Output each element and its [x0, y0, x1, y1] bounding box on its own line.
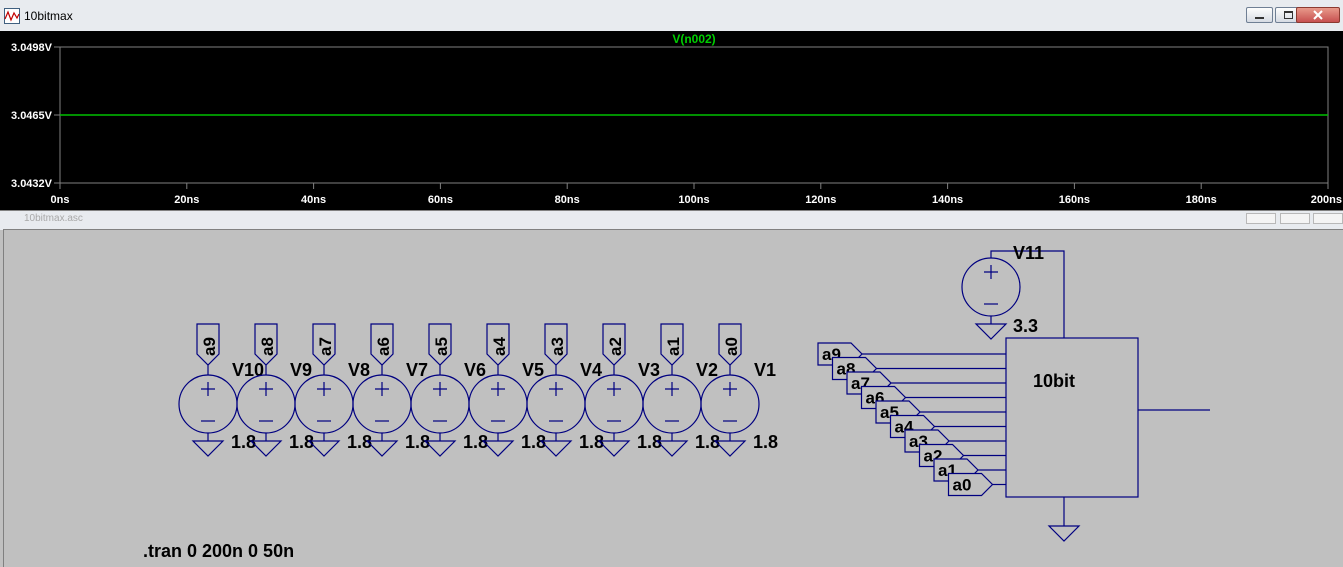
x-tick-label: 80ns: [555, 194, 580, 206]
voltage-source-v10[interactable]: a9V101.8: [178, 323, 264, 457]
source-name: V9: [290, 360, 312, 380]
window-title: 10bitmax: [24, 9, 73, 23]
ground-icon: [1047, 525, 1081, 542]
subcircuit-10bit[interactable]: 10bit: [1005, 337, 1210, 542]
x-tick-label: 120ns: [805, 194, 836, 206]
net-label-a4: a4: [490, 337, 509, 356]
ground-icon: [191, 440, 225, 457]
net-label-a3: a3: [548, 337, 567, 356]
schematic-maximize-button[interactable]: [1280, 213, 1310, 224]
x-tick-label: 140ns: [932, 194, 963, 206]
source-name: V7: [406, 360, 428, 380]
y-tick-label: 3.0498V: [11, 42, 53, 54]
close-button[interactable]: [1296, 7, 1340, 23]
voltage-source-v11[interactable]: V11 3.3: [961, 243, 1065, 340]
source-name: V5: [522, 360, 544, 380]
plus-icon: [433, 382, 447, 396]
net-label-a0: a0: [722, 337, 741, 356]
close-icon: [1313, 10, 1323, 20]
waveform-plot-pane[interactable]: V(n002) 3.0498V 3.0465V 3.0432V 0ns 20ns 40n…: [0, 31, 1343, 210]
source-name: V4: [580, 360, 602, 380]
minimize-button[interactable]: [1246, 7, 1273, 23]
x-tick-label: 60ns: [428, 194, 453, 206]
net-label-a7: a7: [316, 337, 335, 356]
ground-icon: [974, 323, 1008, 340]
subcircuit-body: [1005, 337, 1139, 498]
trace-label[interactable]: V(n002): [672, 32, 715, 46]
source-name: V3: [638, 360, 660, 380]
x-tick-label: 40ns: [301, 194, 326, 206]
title-bar: 10bitmax: [0, 0, 1343, 32]
net-label-a6: a6: [374, 337, 393, 356]
schematic-window-title: 10bitmax.asc: [24, 213, 83, 224]
source-value: 3.3: [1013, 316, 1038, 336]
x-tick-label: 200ns: [1311, 194, 1342, 206]
plus-icon: [723, 382, 737, 396]
net-label-a0: a0: [953, 476, 972, 495]
x-tick-label: 180ns: [1186, 194, 1217, 206]
plus-icon: [549, 382, 563, 396]
input-net-a0[interactable]: a0: [947, 472, 1007, 497]
plus-icon: [375, 382, 389, 396]
x-tick-label: 0ns: [51, 194, 70, 206]
source-name: V2: [696, 360, 718, 380]
schematic-minimize-button[interactable]: [1246, 213, 1276, 224]
schematic-editor[interactable]: a9 V10 1.8 a8 V9 1.8 a7 V8 1.8 a6 V7 1.8 a5 V6 1.8 a4 V5…: [3, 229, 1343, 567]
x-tick-label: 20ns: [174, 194, 199, 206]
waveform-plot[interactable]: V(n002) 3.0498V 3.0465V 3.0432V 0ns 20ns 40n…: [0, 31, 1343, 210]
plus-icon: [201, 382, 215, 396]
x-tick-label: 100ns: [678, 194, 709, 206]
plus-icon: [984, 265, 998, 279]
source-name: V1: [754, 360, 776, 380]
source-name: V6: [464, 360, 486, 380]
source-name: V11: [1013, 243, 1044, 263]
x-tick-label: 160ns: [1059, 194, 1090, 206]
schematic-canvas[interactable]: a9V101.8a8V91.8a7V81.8a6V71.8a5V61.8a4V5…: [4, 230, 1343, 567]
net-label-a9: a9: [200, 337, 219, 356]
y-tick-label: 3.0465V: [11, 110, 53, 122]
schematic-close-button[interactable]: [1313, 213, 1343, 224]
net-label-a5: a5: [432, 337, 451, 356]
net-label-a1: a1: [664, 337, 683, 356]
source-name: V10: [232, 360, 264, 380]
plus-icon: [607, 382, 621, 396]
y-tick-label: 3.0432V: [11, 178, 53, 190]
plus-icon: [317, 382, 331, 396]
plus-icon: [665, 382, 679, 396]
spice-directive[interactable]: .tran 0 200n 0 50n: [143, 541, 294, 561]
plus-icon: [259, 382, 273, 396]
source-name: V8: [348, 360, 370, 380]
net-label-a8: a8: [258, 337, 277, 356]
minimize-icon: [1255, 17, 1264, 19]
subcircuit-name: 10bit: [1033, 371, 1075, 391]
source-value: 1.8: [753, 432, 778, 452]
net-label-a2: a2: [606, 337, 625, 356]
waveform-app-icon: [4, 8, 20, 24]
schematic-window-caption: 10bitmax.asc: [0, 210, 1343, 230]
plus-icon: [491, 382, 505, 396]
